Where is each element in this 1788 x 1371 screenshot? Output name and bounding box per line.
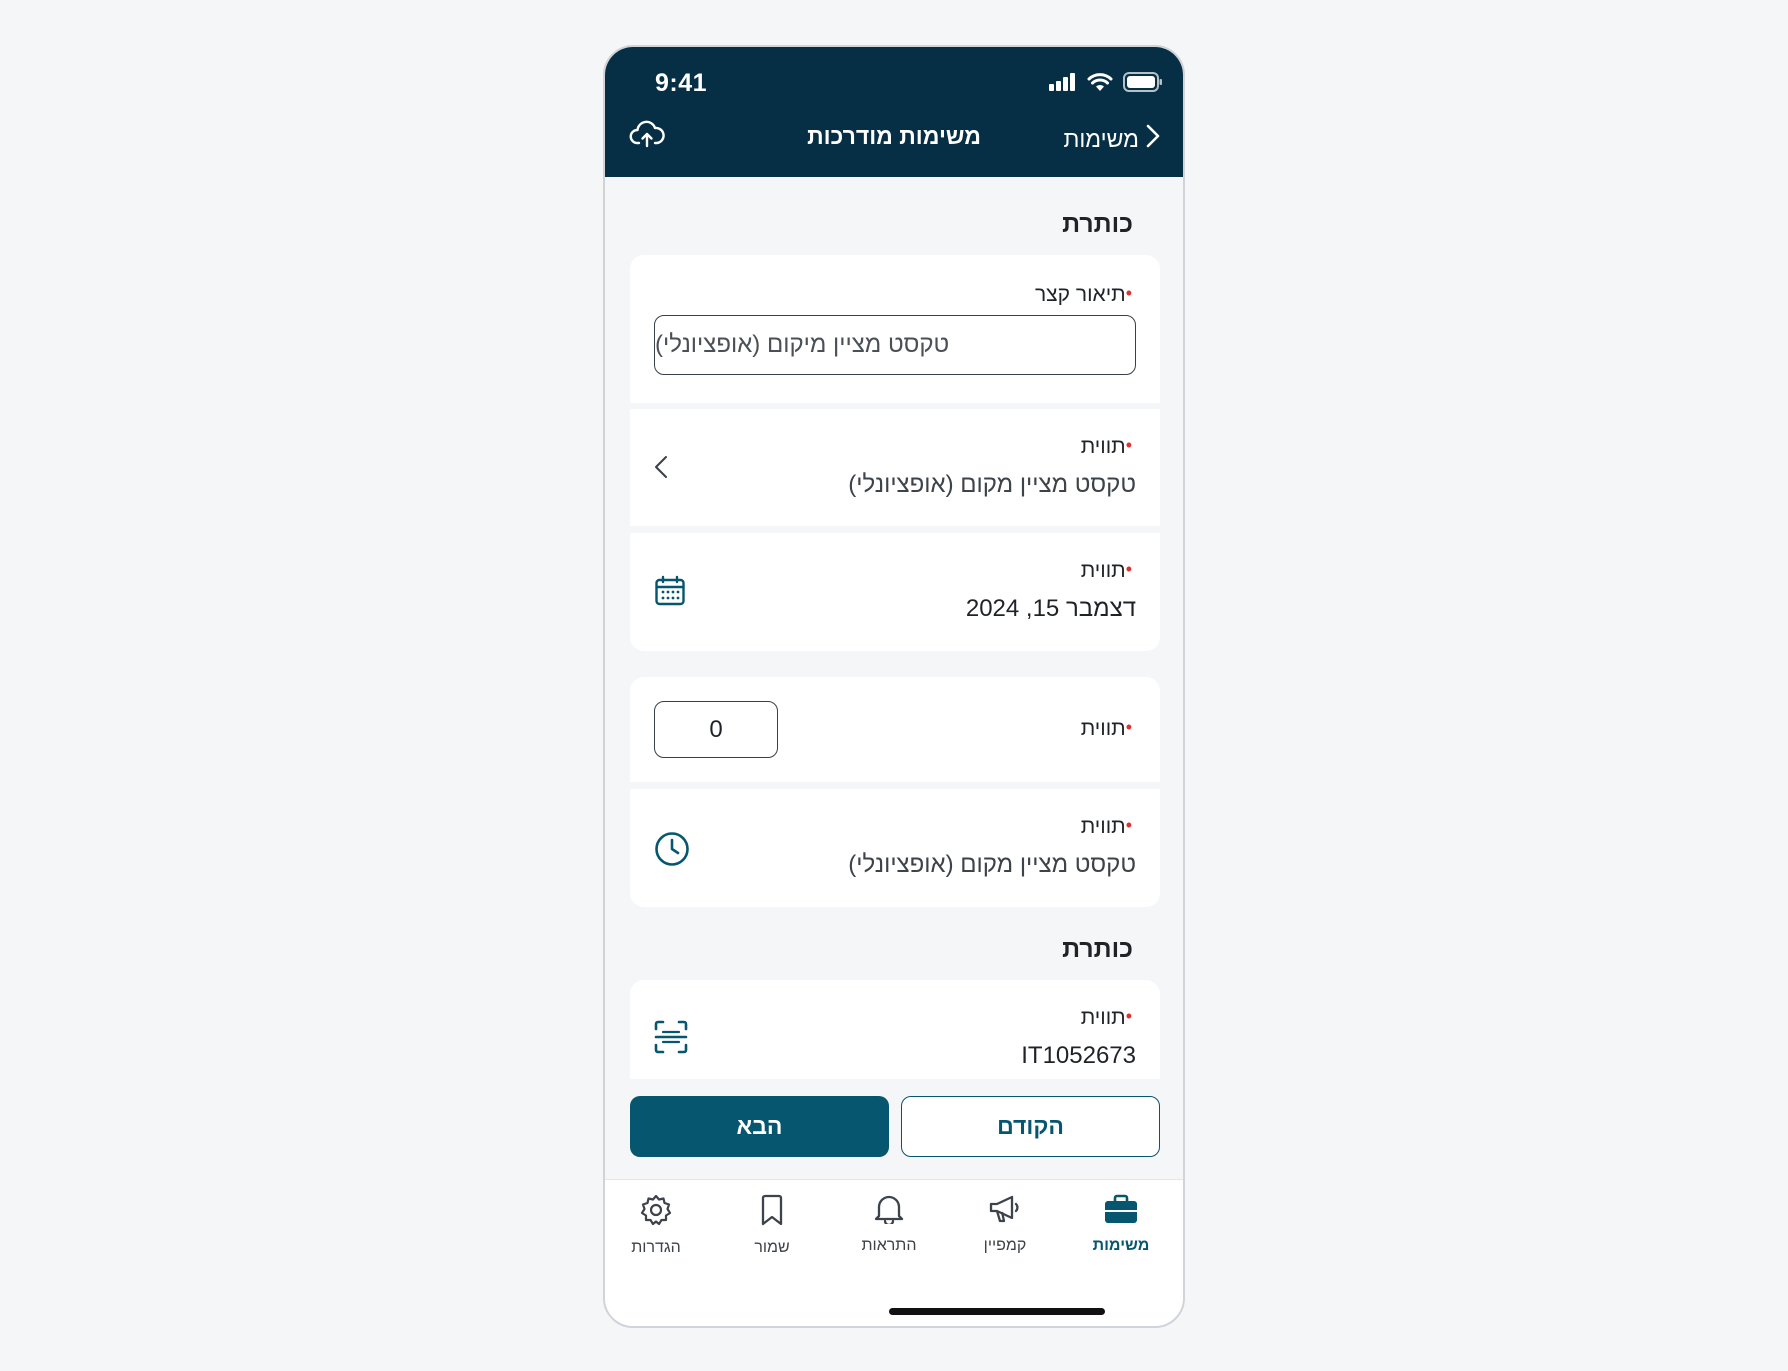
required-marker: • xyxy=(1125,717,1132,737)
next-button[interactable]: הבא xyxy=(630,1096,889,1157)
field-label: •תווית xyxy=(1081,435,1136,459)
tab-label: שמור xyxy=(754,1239,790,1256)
cloud-upload-icon xyxy=(629,120,665,153)
briefcase-icon xyxy=(1104,1194,1138,1228)
select-field-value: טקסט מציין מקום (אופציונלי) xyxy=(848,471,1136,498)
field-label: •תיאור קצר xyxy=(1035,283,1136,307)
tab-bar: משימות קמפיין התראות שמור הגדרות xyxy=(605,1179,1183,1326)
required-marker: • xyxy=(1125,1006,1132,1026)
tab-tasks[interactable]: משימות xyxy=(1071,1194,1171,1255)
number-field-card: •תווית 0 xyxy=(630,677,1160,782)
scan-field-card[interactable]: •תווית IT1052673 xyxy=(630,980,1160,1079)
tab-label: התראות xyxy=(861,1237,917,1254)
required-marker: • xyxy=(1125,283,1132,303)
time-field-value: טקסט מציין מקום (אופציונלי) xyxy=(848,851,1136,878)
bell-icon xyxy=(873,1195,905,1228)
status-time: 9:41 xyxy=(655,69,708,97)
previous-button[interactable]: הקודם xyxy=(901,1096,1160,1157)
action-bar: הבא הקודם xyxy=(605,1079,1183,1179)
status-icons xyxy=(1049,72,1163,97)
number-input[interactable]: 0 xyxy=(654,701,778,758)
field-label-text: תווית xyxy=(1080,559,1126,582)
app-header: 9:41 משימות משימות מודרכות xyxy=(605,47,1183,177)
page-title: משימות מודרכות xyxy=(807,123,981,149)
home-indicator xyxy=(889,1308,1105,1315)
phone-frame: 9:41 משימות משימות מודרכות כותרת •תיאור … xyxy=(603,45,1185,1328)
short-description-input[interactable]: טקסט מציין מיקום (אופציונלי) xyxy=(654,315,1136,375)
cellular-signal-icon xyxy=(1049,73,1077,96)
select-field-card[interactable]: •תווית טקסט מציין מקום (אופציונלי) xyxy=(630,409,1160,526)
wifi-icon xyxy=(1087,72,1113,97)
clock-icon xyxy=(654,831,690,872)
short-description-card: •תיאור קצר טקסט מציין מיקום (אופציונלי) xyxy=(630,255,1160,403)
field-label-text: תווית xyxy=(1080,717,1126,740)
tab-notifications[interactable]: התראות xyxy=(839,1194,939,1255)
tab-label: משימות xyxy=(1092,1237,1150,1254)
gear-icon xyxy=(640,1194,672,1230)
barcode-scan-icon[interactable] xyxy=(654,1020,688,1059)
date-field-card[interactable]: •תווית דצמבר 15, 2024 xyxy=(630,533,1160,651)
field-label-text: תווית xyxy=(1080,435,1126,458)
tab-label: הגדרות xyxy=(631,1239,681,1256)
date-field-value: דצמבר 15, 2024 xyxy=(965,595,1136,622)
field-label: •תווית xyxy=(1081,717,1136,741)
tab-settings[interactable]: הגדרות xyxy=(606,1194,706,1257)
tab-saved[interactable]: שמור xyxy=(722,1194,822,1257)
field-label-text: תווית xyxy=(1080,815,1126,838)
field-label-text: תווית xyxy=(1080,1006,1126,1029)
field-label: •תווית xyxy=(1081,1006,1136,1030)
field-label: •תווית xyxy=(1081,815,1136,839)
calendar-icon xyxy=(654,575,686,612)
required-marker: • xyxy=(1125,435,1132,455)
tab-label: קמפיין xyxy=(983,1237,1027,1254)
battery-icon xyxy=(1123,72,1163,97)
tab-campaign[interactable]: קמפיין xyxy=(955,1194,1055,1255)
section-title: כותרת xyxy=(1062,935,1133,963)
field-label-text: תיאור קצר xyxy=(1034,283,1126,306)
scan-field-value: IT1052673 xyxy=(1021,1042,1136,1069)
field-label: •תווית xyxy=(1081,559,1136,583)
bookmark-icon xyxy=(760,1194,784,1230)
required-marker: • xyxy=(1125,815,1132,835)
section-title: כותרת xyxy=(1062,210,1133,238)
time-field-card[interactable]: •תווית טקסט מציין מקום (אופציונלי) xyxy=(630,789,1160,907)
required-marker: • xyxy=(1125,559,1132,579)
cloud-upload-button[interactable] xyxy=(629,119,665,154)
chevron-left-icon xyxy=(654,455,668,484)
megaphone-icon xyxy=(988,1195,1022,1228)
